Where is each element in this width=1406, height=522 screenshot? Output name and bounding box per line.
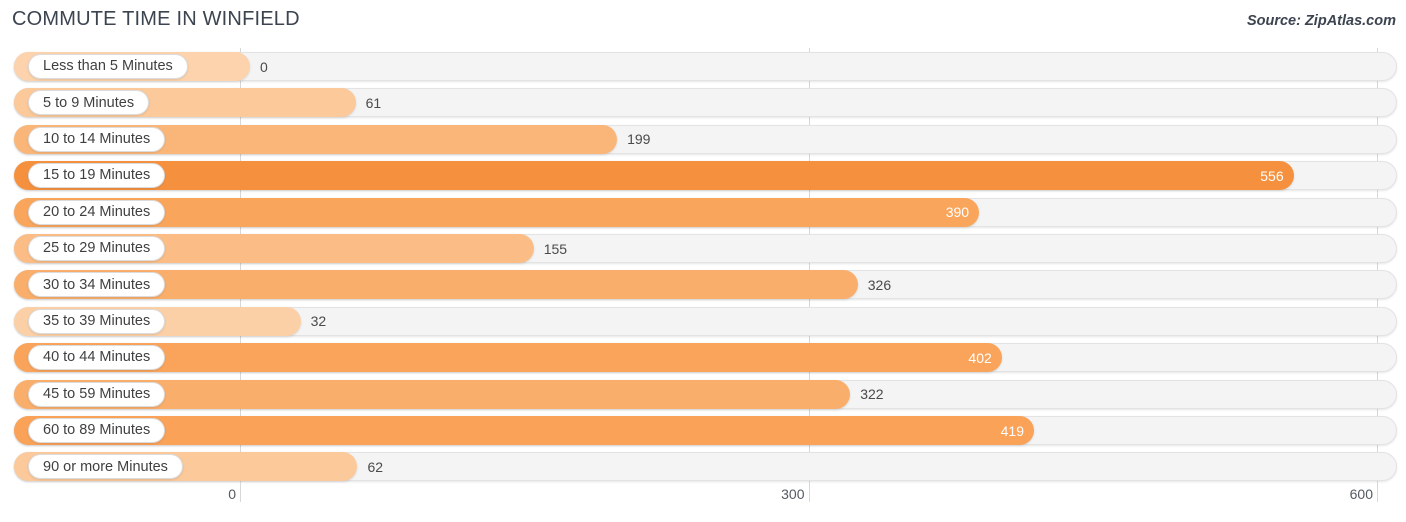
- category-label-pill: 30 to 34 Minutes: [28, 272, 166, 298]
- category-label-pill: 25 to 29 Minutes: [28, 236, 166, 261]
- category-label-pill: 60 to 89 Minutes: [28, 418, 166, 443]
- bar-rows: Less than 5 Minutes 0 5 to 9 Minutes 61 10 t…: [0, 44, 1406, 482]
- category-label: 90 or more Minutes: [43, 458, 168, 475]
- bar-value-label: 419: [1000, 422, 1024, 439]
- category-label: 35 to 39 Minutes: [43, 313, 151, 330]
- category-label: 60 to 89 Minutes: [43, 422, 151, 439]
- source-attribution: Source: ZipAtlas.com: [1246, 13, 1396, 29]
- chart-root: COMMUTE TIME IN WINFIELD Source: ZipAtla…: [0, 0, 1406, 522]
- category-label-pill: 90 or more Minutes: [28, 454, 183, 480]
- axis-tick-mark-0: [240, 482, 241, 502]
- bar[interactable]: [14, 161, 1294, 191]
- axis-tick-label-0: 0: [228, 486, 236, 502]
- bar-row[interactable]: 15 to 19 Minutes 556: [14, 161, 1397, 191]
- category-label: 45 to 59 Minutes: [43, 385, 151, 402]
- axis-tick-label-300: 300: [781, 486, 805, 502]
- bar-row[interactable]: Less than 5 Minutes 0: [14, 52, 1397, 81]
- bar[interactable]: [14, 416, 1034, 445]
- bar-value-label: 402: [968, 349, 992, 366]
- x-axis: 0 300 600: [0, 482, 1406, 522]
- bar-value-label: 556: [1260, 167, 1284, 184]
- bar-row[interactable]: 45 to 59 Minutes 322: [14, 379, 1397, 409]
- category-label-pill: 5 to 9 Minutes: [28, 90, 150, 116]
- bar-row[interactable]: 90 or more Minutes 62: [14, 452, 1397, 482]
- category-label-pill: 35 to 39 Minutes: [28, 308, 166, 334]
- page-title: COMMUTE TIME IN WINFIELD: [12, 8, 300, 30]
- category-label: 40 to 44 Minutes: [43, 349, 151, 366]
- category-label: 15 to 19 Minutes: [43, 167, 151, 184]
- bar-row[interactable]: 20 to 24 Minutes 390: [14, 197, 1397, 227]
- bar-row[interactable]: 40 to 44 Minutes 402: [14, 343, 1397, 373]
- bar-value-label: 32: [310, 313, 327, 330]
- axis-tick-label-600: 600: [1349, 486, 1373, 502]
- category-label: 10 to 14 Minutes: [43, 131, 151, 148]
- bar-row[interactable]: 60 to 89 Minutes 419: [14, 416, 1397, 445]
- chart-header: COMMUTE TIME IN WINFIELD Source: ZipAtla…: [0, 0, 1406, 44]
- bar-value-label: 61: [365, 94, 382, 111]
- category-label-pill: 10 to 14 Minutes: [28, 126, 166, 152]
- bar-value-label: 0: [260, 58, 268, 75]
- bar-value-label: 199: [627, 131, 651, 148]
- axis-tick-mark-300: [808, 482, 810, 502]
- category-label-pill: 45 to 59 Minutes: [28, 381, 166, 407]
- bar-value-label: 155: [543, 240, 568, 257]
- category-label: 25 to 29 Minutes: [43, 240, 151, 257]
- category-label: 30 to 34 Minutes: [43, 276, 151, 293]
- bar-value-label: 62: [367, 458, 384, 475]
- plot-area: Less than 5 Minutes 0 5 to 9 Minutes 61 10 t…: [0, 44, 1406, 482]
- bar-row[interactable]: 35 to 39 Minutes 32: [14, 306, 1397, 336]
- bar-value-label: 326: [867, 276, 892, 293]
- category-label: 20 to 24 Minutes: [43, 203, 151, 220]
- category-label-pill: 20 to 24 Minutes: [28, 199, 166, 225]
- category-label: 5 to 9 Minutes: [43, 94, 135, 111]
- bar-row[interactable]: 30 to 34 Minutes 326: [14, 270, 1397, 300]
- bar-value-label: 322: [860, 386, 884, 403]
- category-label: Less than 5 Minutes: [43, 58, 173, 75]
- bar-row[interactable]: 10 to 14 Minutes 199: [14, 124, 1397, 154]
- axis-tick-mark-600: [1377, 482, 1378, 502]
- category-label-pill: 15 to 19 Minutes: [28, 163, 166, 189]
- category-label-pill: Less than 5 Minutes: [28, 54, 188, 79]
- bar-row[interactable]: 25 to 29 Minutes 155: [14, 234, 1397, 263]
- bar-value-label: 390: [945, 204, 970, 221]
- bar-row[interactable]: 5 to 9 Minutes 61: [14, 88, 1397, 118]
- category-label-pill: 40 to 44 Minutes: [28, 345, 166, 371]
